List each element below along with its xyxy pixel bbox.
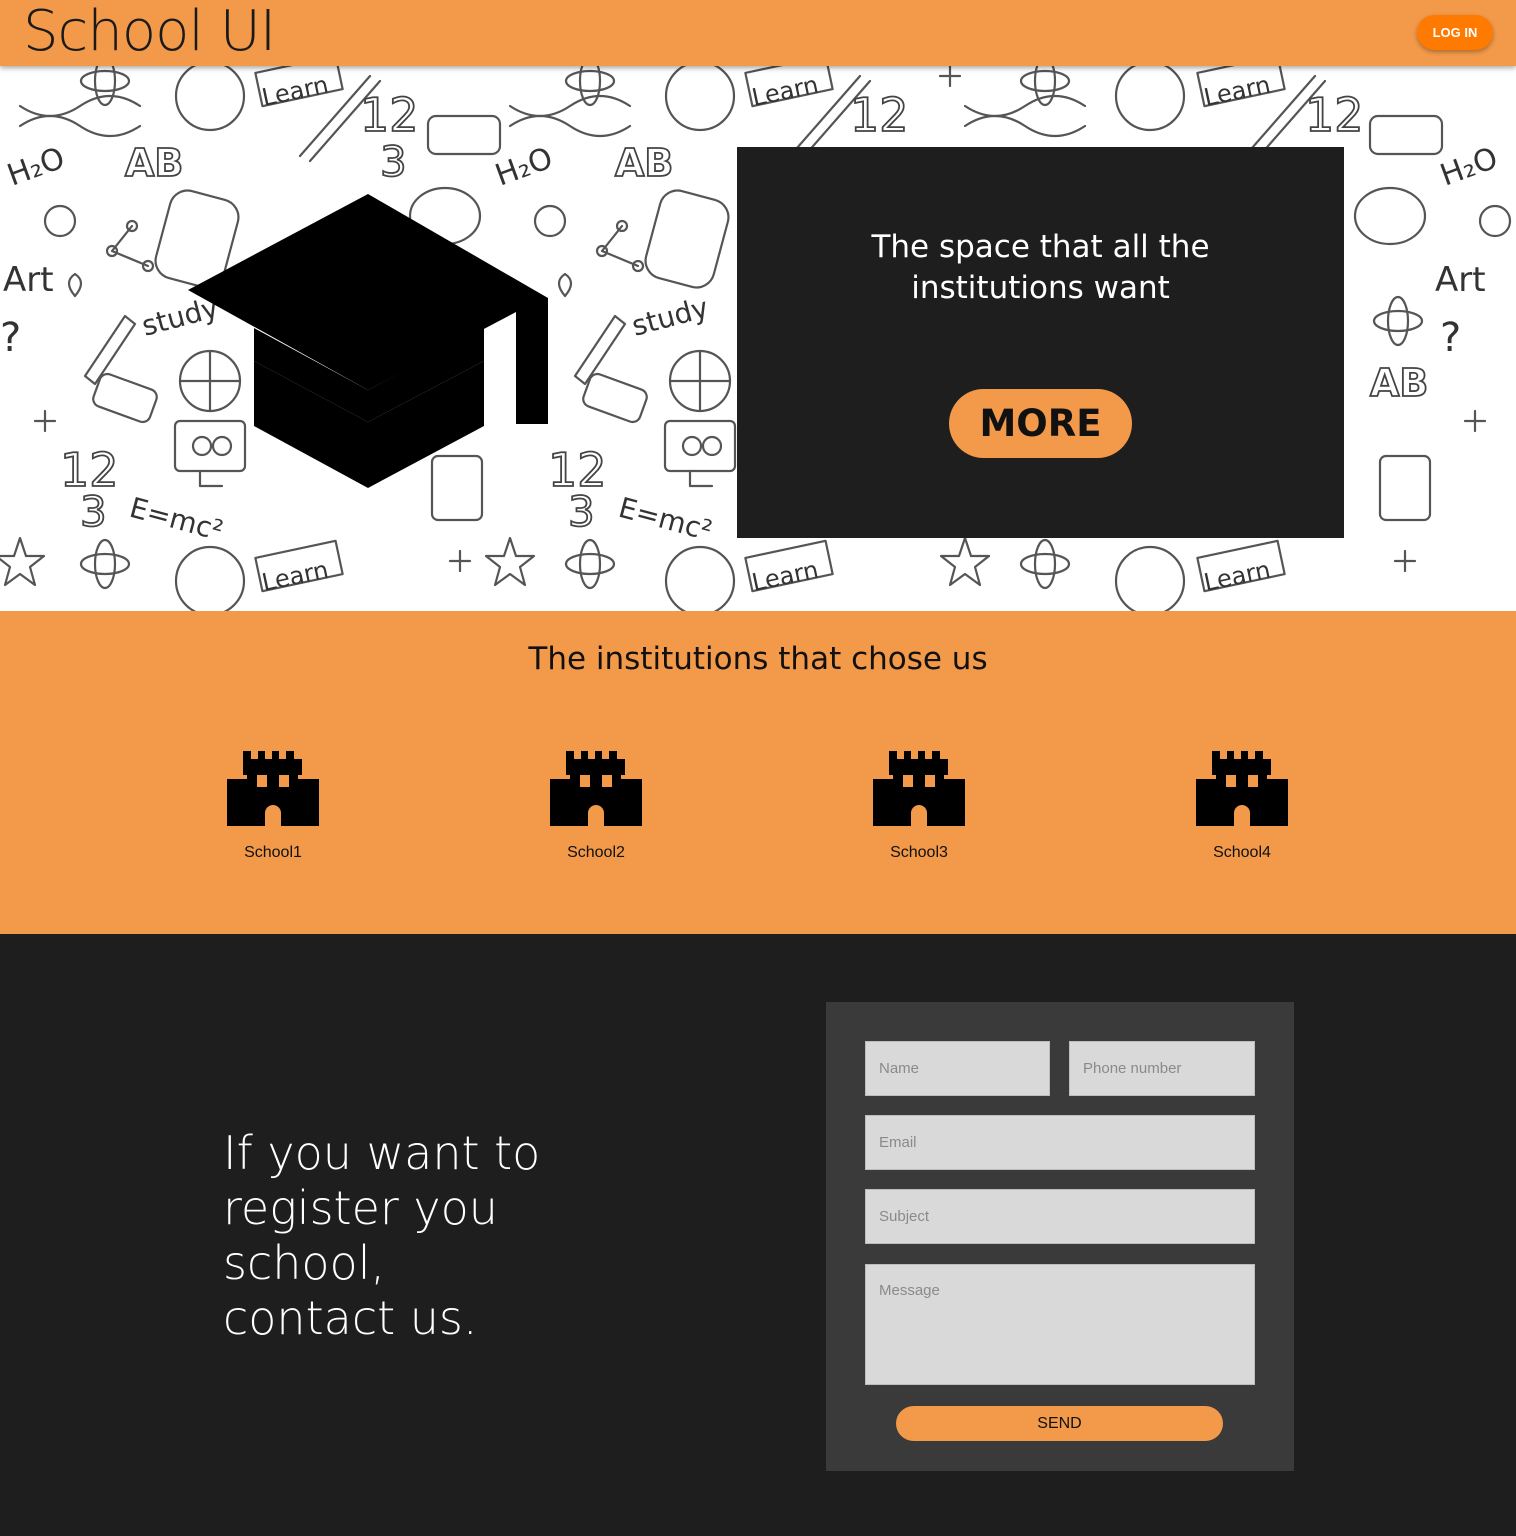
school-name: School1 [244,844,302,861]
svg-text:E=mc²: E=mc² [615,491,715,547]
svg-text:3: 3 [568,487,595,536]
school-card[interactable]: School1 [198,751,348,862]
svg-text:3: 3 [80,487,107,536]
svg-text:12: 12 [850,88,909,142]
hero-headline-line-1: The space that all the [871,229,1210,265]
institutions-title: The institutions that chose us [528,641,988,677]
svg-text:AB: AB [1370,361,1428,405]
message-field[interactable] [865,1264,1255,1385]
svg-text:3: 3 [380,137,407,186]
hero-headline-line-2: institutions want [911,270,1170,306]
svg-text:H₂O: H₂O [3,141,70,194]
school-card[interactable]: School4 [1167,751,1317,862]
svg-text:Art: Art [1435,260,1486,300]
svg-text:study: study [628,291,712,343]
school-card[interactable]: School2 [521,751,671,862]
svg-text:E=mc²: E=mc² [126,491,226,547]
school-card[interactable]: School3 [844,751,994,862]
name-field[interactable] [865,1041,1050,1096]
send-button[interactable]: SEND [896,1406,1223,1441]
login-button[interactable]: LOG IN [1417,15,1493,50]
svg-text:Art: Art [3,260,54,300]
contact-section: If you want to register you school, cont… [0,934,1516,1536]
svg-text:AB: AB [615,141,673,185]
svg-text:12: 12 [360,88,419,142]
hero-headline: The space that all the institutions want [737,227,1344,309]
svg-text:Learn: Learn [1201,71,1272,112]
top-bar: School UI LOG IN [0,0,1516,66]
castle-icon [227,751,319,826]
institutions-section: The institutions that chose us School1 S… [0,611,1516,934]
school-name: School2 [567,844,625,861]
svg-text:?: ? [1440,315,1461,361]
email-field[interactable] [865,1115,1255,1170]
svg-text:Learn: Learn [259,556,330,597]
svg-text:Learn: Learn [1201,556,1272,597]
contact-message: If you want to register you school, cont… [223,1126,541,1345]
castle-icon [550,751,642,826]
svg-text:AB: AB [125,141,183,185]
school-name: School4 [1213,844,1271,861]
castle-icon [1196,751,1288,826]
svg-text:H₂O: H₂O [1436,141,1503,194]
more-button[interactable]: MORE [949,389,1132,458]
contact-form: SEND [826,1002,1294,1471]
graduation-cap-icon [188,194,548,488]
castle-icon [873,751,965,826]
hero-card: The space that all the institutions want… [737,147,1344,538]
school-name: School3 [890,844,948,861]
subject-field[interactable] [865,1189,1255,1244]
svg-text:12: 12 [1305,88,1364,142]
svg-text:Learn: Learn [259,71,330,112]
brand-title: School UI [23,0,276,64]
phone-field[interactable] [1069,1041,1255,1096]
svg-text:H₂O: H₂O [491,141,558,194]
hero-section: H₂O H₂O H₂O AB AB AB Art Art study study… [0,66,1516,611]
svg-text:Learn: Learn [749,71,820,112]
svg-text:Learn: Learn [749,556,820,597]
svg-text:?: ? [0,315,21,361]
